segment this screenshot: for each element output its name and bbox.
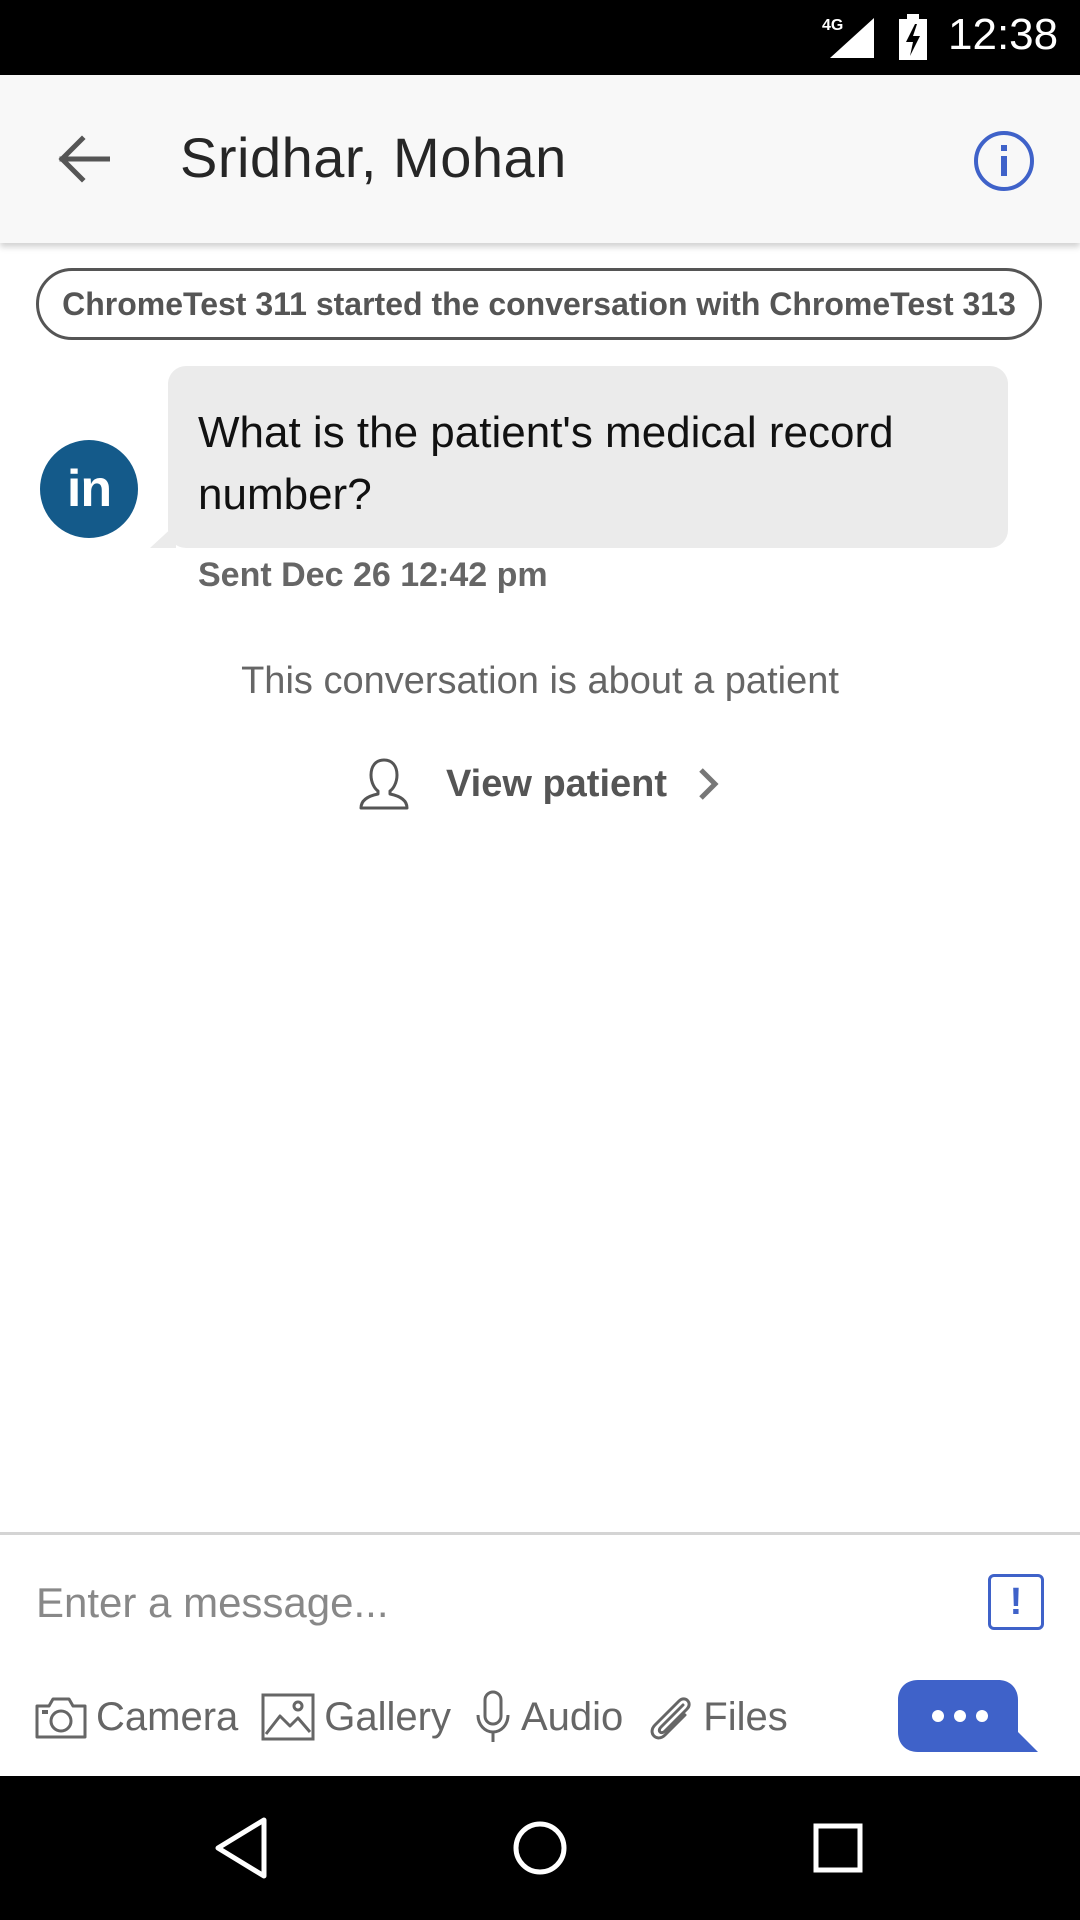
priority-icon: !: [1009, 1580, 1023, 1623]
audio-button[interactable]: Audio: [473, 1689, 623, 1745]
nav-home-icon[interactable]: [510, 1816, 570, 1880]
more-options-button[interactable]: [898, 1680, 1038, 1752]
avatar-text: in: [66, 460, 112, 518]
files-button[interactable]: Files: [645, 1691, 788, 1743]
info-icon: [974, 131, 1034, 191]
view-patient-label: View patient: [446, 762, 668, 805]
files-label: Files: [703, 1694, 788, 1739]
camera-icon: [35, 1697, 87, 1739]
signal-4g-icon: 4G: [822, 17, 874, 58]
info-button[interactable]: [968, 125, 1040, 197]
arrow-left-icon: [58, 135, 110, 183]
patient-context-text: This conversation is about a patient: [241, 660, 839, 702]
system-nav-bar: [0, 1776, 1080, 1920]
camera-label: Camera: [96, 1694, 239, 1739]
app-bar: Sridhar, Mohan: [0, 75, 1080, 243]
microphone-icon: [476, 1690, 510, 1742]
nav-recents-icon[interactable]: [808, 1816, 868, 1880]
svg-text:4G: 4G: [822, 17, 843, 34]
chat-bubble-dots-icon: [898, 1680, 1038, 1752]
audio-label: Audio: [520, 1694, 624, 1739]
back-button[interactable]: [44, 119, 124, 199]
gallery-button[interactable]: Gallery: [260, 1692, 451, 1742]
composer-divider: [0, 1532, 1080, 1535]
chevron-right-icon: [699, 768, 719, 800]
gallery-label: Gallery: [324, 1694, 451, 1739]
priority-button[interactable]: !: [988, 1574, 1044, 1630]
battery-charging-icon: [899, 14, 927, 60]
nav-back-icon[interactable]: [212, 1816, 272, 1880]
message-timestamp: Sent Dec 26 12:42 pm: [198, 556, 548, 594]
gallery-icon: [261, 1693, 315, 1741]
message-input[interactable]: [36, 1568, 936, 1638]
person-icon: [359, 758, 409, 810]
message-text: What is the patient's medical record num…: [198, 408, 894, 519]
paperclip-icon: [650, 1697, 691, 1740]
camera-button[interactable]: Camera: [34, 1694, 238, 1740]
message-bubble[interactable]: What is the patient's medical record num…: [168, 366, 1008, 548]
avatar[interactable]: in: [40, 440, 138, 538]
attachment-toolbar: Camera Gallery Audio Files: [34, 1686, 810, 1748]
view-patient-button[interactable]: View patient: [356, 752, 736, 816]
status-bar: 4G 12:38: [0, 0, 1080, 75]
status-time: 12:38: [948, 10, 1059, 59]
system-message: ChromeTest 311 started the conversation …: [36, 268, 1042, 340]
page-title: Sridhar, Mohan: [180, 126, 567, 189]
